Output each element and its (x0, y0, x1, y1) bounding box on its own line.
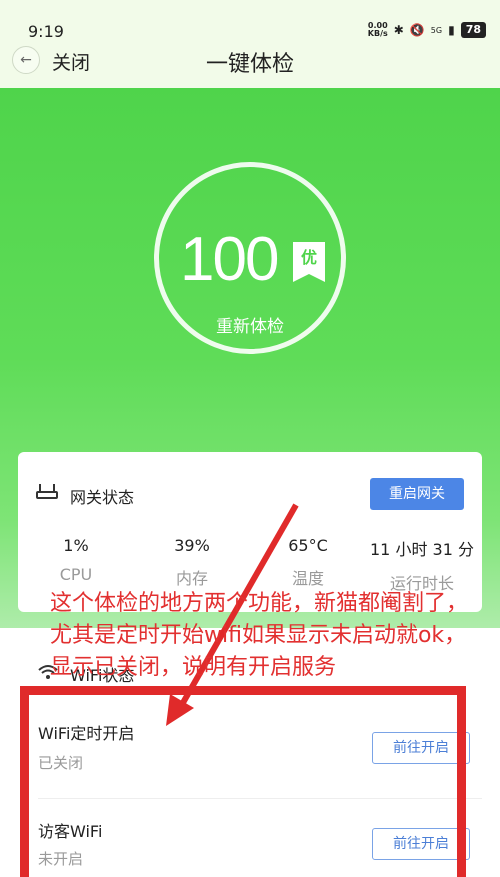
router-icon (36, 484, 58, 499)
page-title: 一键体检 (205, 52, 294, 77)
signal-label: 5G (430, 25, 443, 35)
stat-value: 65°C (288, 536, 328, 555)
score-value: 100 (180, 225, 279, 294)
status-bar: 9:19 0.00 KB/s ✱ 🔇 5G ▮ 78 (0, 0, 500, 41)
annotation-text: 这个体检的地方两个功能，新猫都阉割了，尤其是定时开始wifi如果显示未启动就ok… (50, 591, 469, 680)
stat-uptime: 11 小时 31 分 运行时长 (362, 536, 482, 594)
stat-value: 11 小时 31 分 (370, 540, 474, 559)
status-time: 9:19 (28, 22, 64, 41)
annotation-red-box (20, 686, 466, 877)
gateway-title: 网关状态 (70, 488, 135, 507)
stat-label: 温度 (291, 569, 324, 588)
battery-icon: 78 (460, 22, 486, 38)
stat-label: 内存 (175, 569, 208, 588)
status-icons: 0.00 KB/s ✱ 🔇 5G ▮ 78 (368, 22, 486, 38)
recheck-button[interactable]: 重新体检 (0, 312, 500, 337)
net-speed-unit: KB/s (367, 29, 388, 38)
mute-icon: 🔇 (409, 23, 425, 37)
restart-gateway-button[interactable]: 重启网关 (370, 478, 464, 510)
stat-cpu: 1% CPU (16, 536, 136, 584)
stat-value: 1% (63, 536, 89, 555)
net-speed: 0.00 KB/s (368, 22, 388, 38)
signal-icon: ▮ (448, 23, 455, 37)
stat-label: CPU (59, 565, 93, 584)
bluetooth-icon: ✱ (393, 23, 404, 37)
stat-temperature: 65°C 温度 (248, 536, 368, 589)
stat-memory: 39% 内存 (132, 536, 252, 589)
header: ← 关闭 一键体检 (0, 40, 500, 80)
stat-value: 39% (174, 536, 210, 555)
